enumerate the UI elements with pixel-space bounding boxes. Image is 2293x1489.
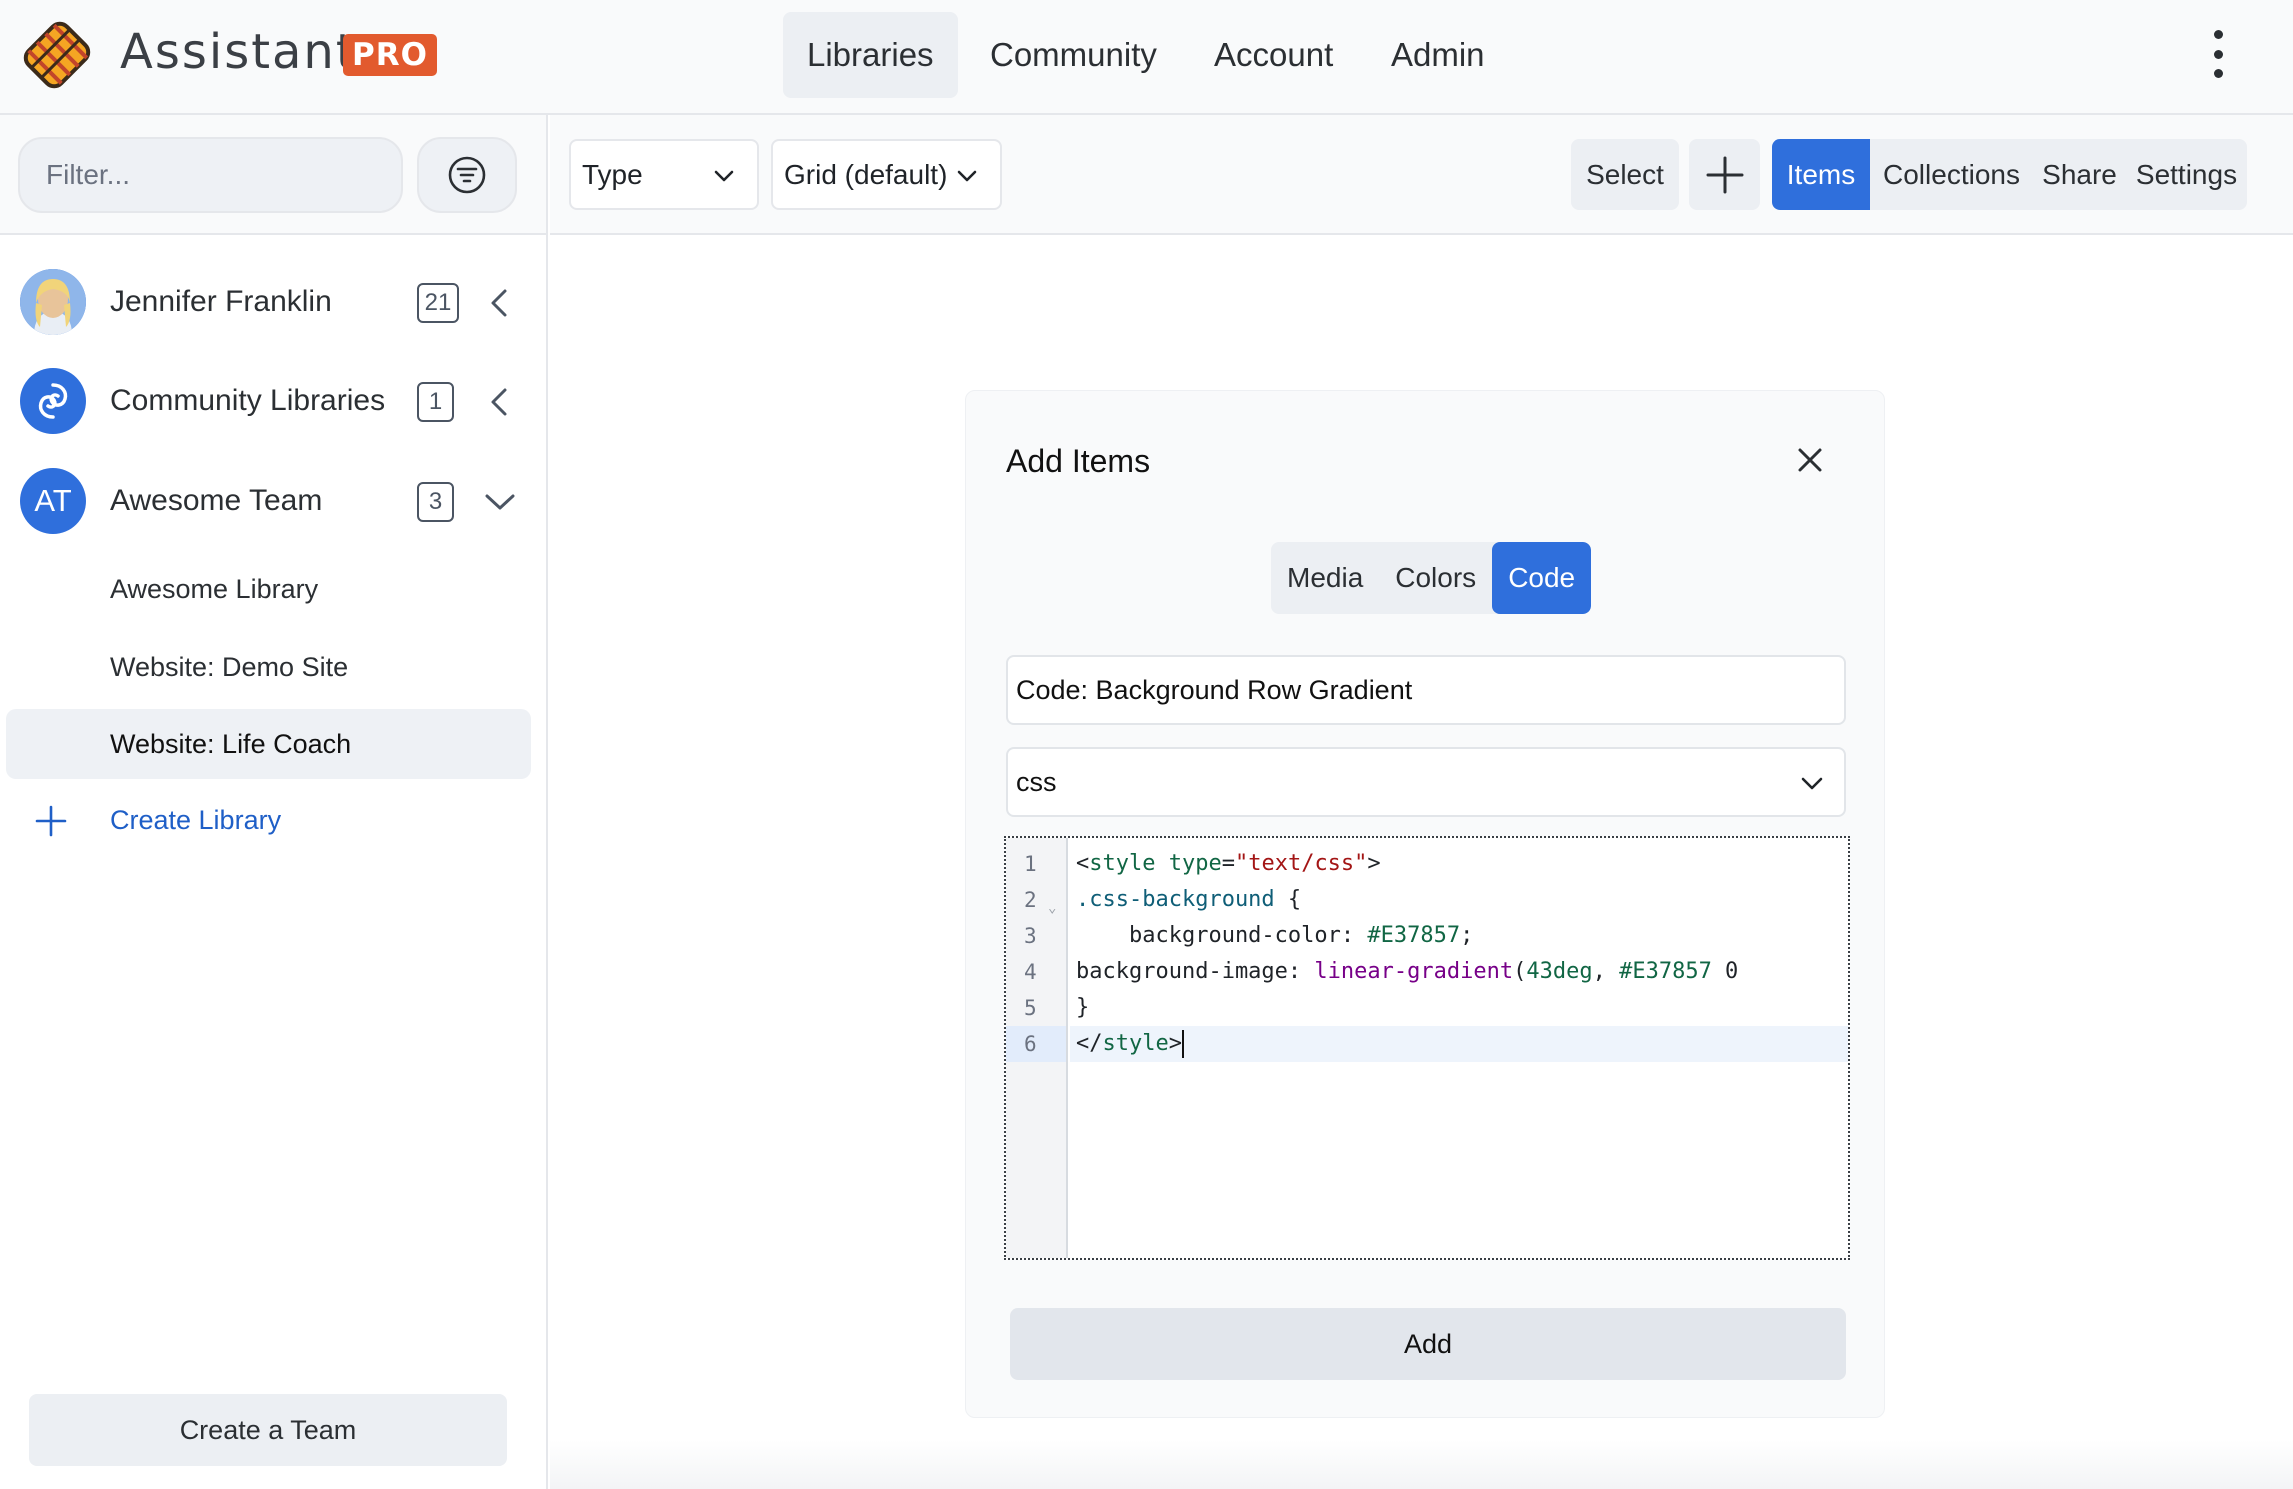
add-button[interactable]: Add [1010, 1308, 1846, 1380]
create-team-button[interactable]: Create a Team [29, 1394, 507, 1466]
avatar [20, 368, 86, 434]
tab-settings[interactable]: Settings [2126, 139, 2247, 210]
view-select-value: Grid (default) [784, 159, 948, 190]
sidebar-item-website-life-coach[interactable]: Website: Life Coach [6, 709, 531, 779]
type-select-value: Type [582, 159, 643, 190]
line-gutter: 1 2 ⌄ 3 4 5 6 [1006, 838, 1068, 1258]
top-header: Assistant PRO Libraries Community Accoun… [0, 0, 2293, 115]
create-library-label: Create Library [110, 805, 282, 835]
filter-input[interactable]: Filter... [18, 137, 403, 213]
text-caret [1181, 1030, 1184, 1058]
code-line: .css-background { [1076, 887, 1302, 912]
tab-colors[interactable]: Colors [1379, 542, 1492, 614]
tab-collections[interactable]: Collections [1870, 139, 2033, 210]
sidebar: Filter... Jennifer Franklin 21 Community… [0, 115, 548, 1489]
nav-admin[interactable]: Admin [1367, 12, 1509, 98]
add-button[interactable] [1689, 139, 1760, 210]
create-library-link[interactable]: Create Library [0, 785, 546, 855]
filter-lines-icon [448, 156, 486, 194]
sidebar-item-awesome-library[interactable]: Awesome Library [6, 554, 531, 624]
dialog-title: Add Items [1006, 443, 1151, 479]
sidebar-item-label: Awesome Team [110, 484, 323, 517]
tab-code[interactable]: Code [1492, 542, 1592, 614]
chevron-down-icon[interactable] [483, 485, 517, 519]
assistant-logo-icon[interactable] [16, 16, 98, 94]
chevron-down-icon [714, 170, 734, 182]
nav-account[interactable]: Account [1190, 12, 1357, 98]
line-number: 4 [1024, 960, 1037, 984]
code-line: } [1076, 995, 1090, 1020]
language-select-value: css [1016, 767, 1057, 797]
bottom-edge [550, 1440, 2293, 1489]
line-number: 2 ⌄ [1006, 882, 1066, 918]
code-line: background-color: #E37857; [1076, 923, 1474, 948]
plus-icon [1706, 156, 1743, 193]
line-number: 1 [1024, 852, 1037, 876]
close-icon[interactable] [1795, 445, 1825, 475]
filter-button[interactable] [417, 137, 517, 213]
kebab-vertical-icon[interactable] [2208, 30, 2228, 78]
tab-media[interactable]: Media [1271, 542, 1379, 614]
sidebar-item-label: Jennifer Franklin [110, 285, 332, 318]
language-select[interactable]: css [1006, 747, 1846, 817]
type-select[interactable]: Type [569, 139, 759, 210]
app-name: Assistant [120, 24, 357, 80]
item-title-input[interactable]: Code: Background Row Gradient [1006, 655, 1846, 725]
filter-bar: Filter... [0, 115, 546, 235]
select-button[interactable]: Select [1571, 139, 1679, 210]
count-badge: 3 [417, 482, 454, 522]
chevron-left-icon[interactable] [483, 385, 517, 419]
code-line: <style type="text/css"> [1076, 851, 1381, 876]
chevron-down-icon [1801, 777, 1823, 790]
library-toolbar: Type Grid (default) Select Items Collect… [550, 115, 2293, 235]
chevron-down-icon [957, 170, 977, 182]
sidebar-item-website-demo-site[interactable]: Website: Demo Site [6, 632, 531, 702]
view-select[interactable]: Grid (default) [771, 139, 1002, 210]
tab-share[interactable]: Share [2033, 139, 2126, 210]
plus-icon [35, 805, 67, 837]
sidebar-item-jennifer-franklin[interactable]: Jennifer Franklin 21 [0, 257, 546, 347]
count-badge: 1 [417, 382, 454, 422]
add-items-dialog: Add Items Media Colors Code Code: Backgr… [965, 390, 1885, 1418]
item-type-tabs: Media Colors Code [1271, 542, 1592, 614]
pro-badge: PRO [343, 34, 437, 76]
code-line: </style> [1070, 1026, 1848, 1062]
community-logo-icon [38, 383, 68, 419]
sidebar-item-label: Community Libraries [110, 384, 386, 417]
avatar [20, 269, 86, 335]
line-number: 6 [1006, 1026, 1066, 1062]
user-photo-icon [20, 269, 86, 335]
line-number: 3 [1024, 924, 1037, 948]
nav-community[interactable]: Community [966, 12, 1181, 98]
nav-libraries[interactable]: Libraries [783, 12, 958, 98]
sidebar-item-awesome-team[interactable]: AT Awesome Team 3 [0, 456, 546, 546]
code-line: background-image: linear-gradient(43deg,… [1076, 959, 1739, 984]
code-editor[interactable]: 1 2 ⌄ 3 4 5 6 <style type="text/css"> .cs… [1004, 836, 1850, 1260]
tab-items[interactable]: Items [1772, 139, 1870, 210]
chevron-left-icon[interactable] [483, 286, 517, 320]
avatar: AT [20, 468, 86, 534]
count-badge: 21 [417, 283, 459, 323]
line-number: 5 [1024, 996, 1037, 1020]
sidebar-item-community-libraries[interactable]: Community Libraries 1 [0, 356, 546, 446]
